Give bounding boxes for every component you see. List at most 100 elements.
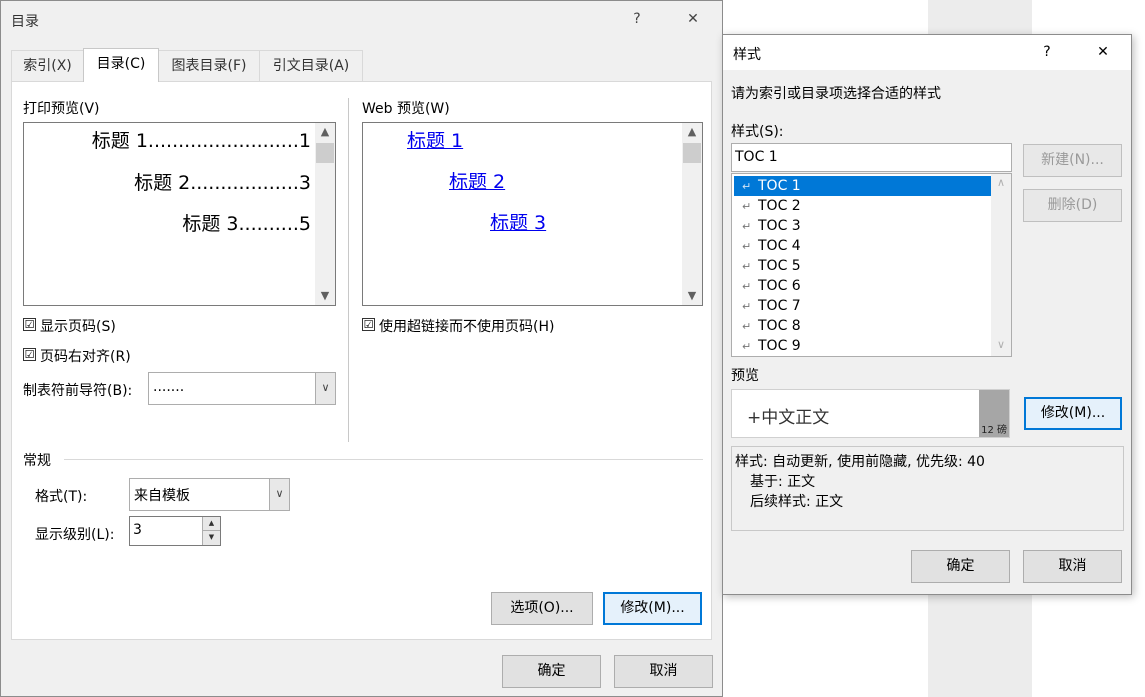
right-align-label[interactable]: 页码右对齐(R) xyxy=(40,346,131,366)
tab-leader-select[interactable]: ....... ∨ xyxy=(148,372,336,405)
modify-style-button[interactable]: 修改(M)... xyxy=(1024,397,1122,430)
levels-spinner[interactable]: 3 ▲ ▼ xyxy=(129,516,221,546)
ok-button[interactable]: 确定 xyxy=(502,655,601,688)
list-item[interactable]: ↵ TOC 1 xyxy=(734,176,991,196)
options-button[interactable]: 选项(O)... xyxy=(491,592,593,625)
style-dialog: 样式 ? ✕ 请为索引或目录项选择合适的样式 样式(S): TOC 1 ↵ TOC… xyxy=(722,34,1132,595)
right-align-checkbox[interactable]: ☑ xyxy=(23,348,36,361)
style-name: TOC 2 xyxy=(758,198,801,214)
preview-text: +中文正文 xyxy=(747,408,830,428)
style-cancel-button[interactable]: 取消 xyxy=(1023,550,1122,583)
use-hyperlinks-checkbox[interactable]: ☑ xyxy=(362,318,375,331)
style-description-box: 样式: 自动更新, 使用前隐藏, 优先级: 40 基于: 正文 后续样式: 正文 xyxy=(731,446,1124,531)
return-icon: ↵ xyxy=(742,240,752,253)
style-name: TOC 3 xyxy=(758,218,801,234)
chevron-down-icon[interactable]: ∨ xyxy=(992,338,1010,351)
description-line-2: 基于: 正文 xyxy=(750,474,816,490)
general-section-label: 常规 xyxy=(23,453,51,469)
preview-size: 12 磅 xyxy=(981,425,1007,436)
chevron-up-icon[interactable]: ▲ xyxy=(316,125,334,138)
list-item[interactable]: ↵ TOC 7 xyxy=(734,296,991,316)
help-button[interactable]: ? xyxy=(1037,44,1057,60)
spin-up-icon[interactable]: ▲ xyxy=(202,517,220,531)
format-label: 格式(T): xyxy=(35,489,88,505)
chevron-up-icon[interactable]: ▲ xyxy=(683,125,701,138)
web-preview-box: 标题 1 标题 2 标题 3 ▲ ▼ xyxy=(362,122,703,306)
style-dialog-titlebar xyxy=(723,35,1131,70)
modify-button[interactable]: 修改(M)... xyxy=(603,592,702,625)
web-preview-link-3[interactable]: 标题 3 xyxy=(490,208,546,235)
tab-figures[interactable]: 图表目录(F) xyxy=(158,50,260,82)
show-page-numbers-label[interactable]: 显示页码(S) xyxy=(40,316,116,336)
return-icon: ↵ xyxy=(742,320,752,333)
return-icon: ↵ xyxy=(742,220,752,233)
use-hyperlinks-label[interactable]: 使用超链接而不使用页码(H) xyxy=(379,316,554,336)
show-page-numbers-checkbox[interactable]: ☑ xyxy=(23,318,36,331)
style-name: TOC 1 xyxy=(758,178,801,194)
return-icon: ↵ xyxy=(742,300,752,313)
style-input-value: TOC 1 xyxy=(735,149,778,165)
chevron-down-icon[interactable]: ▼ xyxy=(316,289,334,302)
web-preview-link-2[interactable]: 标题 2 xyxy=(449,167,505,194)
print-preview-line-3: 标题 3..........5 xyxy=(182,213,311,235)
chevron-up-icon[interactable]: ∧ xyxy=(992,176,1010,189)
list-item[interactable]: ↵ TOC 9 xyxy=(734,336,991,356)
instruction-text: 请为索引或目录项选择合适的样式 xyxy=(731,86,941,102)
chevron-down-icon[interactable]: ▼ xyxy=(683,289,701,302)
chevron-down-icon[interactable]: ∨ xyxy=(315,373,335,404)
format-value: 来自模板 xyxy=(134,488,190,504)
style-ok-button[interactable]: 确定 xyxy=(911,550,1010,583)
styles-label: 样式(S): xyxy=(731,124,784,140)
list-item[interactable]: ↵ TOC 2 xyxy=(734,196,991,216)
print-preview-label: 打印预览(V) xyxy=(23,101,100,117)
toc-dialog: 目录 ? ✕ 索引(X) 目录(C) 图表目录(F) 引文目录(A) 打印预览(… xyxy=(0,0,723,697)
levels-label: 显示级别(L): xyxy=(35,527,115,543)
list-item[interactable]: ↵ TOC 6 xyxy=(734,276,991,296)
chevron-down-icon[interactable]: ∨ xyxy=(269,479,289,510)
list-item[interactable]: ↵ TOC 8 xyxy=(734,316,991,336)
style-dialog-title: 样式 xyxy=(733,47,761,63)
levels-value[interactable]: 3 xyxy=(133,522,142,538)
close-icon[interactable]: ✕ xyxy=(1093,44,1113,60)
spin-down-icon[interactable]: ▼ xyxy=(202,531,220,545)
return-icon: ↵ xyxy=(742,260,752,273)
delete-style-button[interactable]: 删除(D) xyxy=(1023,189,1122,222)
style-input[interactable]: TOC 1 xyxy=(731,143,1012,172)
return-icon: ↵ xyxy=(742,200,752,213)
new-style-button[interactable]: 新建(N)... xyxy=(1023,144,1122,177)
description-line-3: 后续样式: 正文 xyxy=(750,494,844,510)
cancel-button[interactable]: 取消 xyxy=(614,655,713,688)
print-preview-scrollbar[interactable]: ▲ ▼ xyxy=(315,123,335,305)
scroll-thumb[interactable] xyxy=(316,143,334,163)
toc-tab-panel: 打印预览(V) 标题 1.........................1 标… xyxy=(11,81,712,640)
styles-list[interactable]: ↵ TOC 1 ↵ TOC 2 ↵ TOC 3 ↵ TOC 4 ↵ TOC 5 ↵ TOC … xyxy=(731,173,1012,357)
style-name: TOC 5 xyxy=(758,258,801,274)
toc-dialog-title: 目录 xyxy=(11,14,39,30)
tab-citations[interactable]: 引文目录(A) xyxy=(259,50,363,82)
list-item[interactable]: ↵ TOC 4 xyxy=(734,236,991,256)
format-select[interactable]: 来自模板 ∨ xyxy=(129,478,290,511)
print-preview-line-1: 标题 1.........................1 xyxy=(91,130,311,152)
style-name: TOC 7 xyxy=(758,298,801,314)
styles-list-items: ↵ TOC 1 ↵ TOC 2 ↵ TOC 3 ↵ TOC 4 ↵ TOC 5 ↵ TOC … xyxy=(734,176,991,356)
general-separator xyxy=(64,459,703,460)
style-name: TOC 8 xyxy=(758,318,801,334)
close-icon[interactable]: ✕ xyxy=(683,11,703,27)
web-preview-label: Web 预览(W) xyxy=(362,101,450,117)
return-icon: ↵ xyxy=(742,340,752,353)
help-button[interactable]: ? xyxy=(627,11,647,27)
tab-toc[interactable]: 目录(C) xyxy=(83,48,159,82)
print-preview-line-2: 标题 2..................3 xyxy=(134,172,311,194)
list-item[interactable]: ↵ TOC 3 xyxy=(734,216,991,236)
scroll-thumb[interactable] xyxy=(683,143,701,163)
preview-label: 预览 xyxy=(731,368,759,384)
web-preview-link-1[interactable]: 标题 1 xyxy=(407,126,463,153)
tab-index[interactable]: 索引(X) xyxy=(11,50,84,82)
styles-list-scrollbar[interactable]: ∧ ∨ xyxy=(991,174,1011,356)
print-preview-box: 标题 1.........................1 标题 2.....… xyxy=(23,122,336,306)
style-name: TOC 4 xyxy=(758,238,801,254)
style-name: TOC 6 xyxy=(758,278,801,294)
style-name: TOC 9 xyxy=(758,338,801,354)
list-item[interactable]: ↵ TOC 5 xyxy=(734,256,991,276)
web-preview-scrollbar[interactable]: ▲ ▼ xyxy=(682,123,702,305)
